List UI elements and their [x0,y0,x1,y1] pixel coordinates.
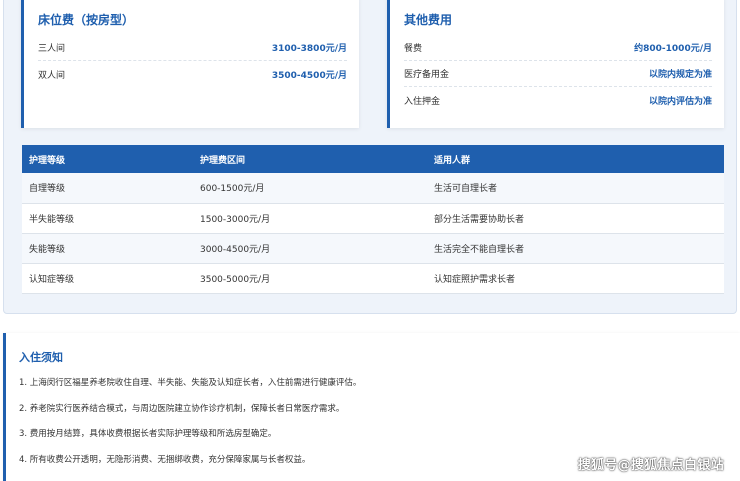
cell-fee: 1500-3000元/月 [193,203,427,234]
cell-group: 生活可自理长者 [427,173,724,204]
notice-item: 1. 上海闵行区福星养老院收住自理、半失能、失能及认知症长者，入住前需进行健康评… [19,378,362,388]
fee-row: 医疗备用金 以院内规定为准 [404,61,712,87]
table-row: 半失能等级 1500-3000元/月 部分生活需要协助长者 [22,203,724,234]
cell-level: 失能等级 [22,233,193,264]
fee-value: 3100-3800元/月 [271,44,347,54]
notice-item: 3. 费用按月结算，具体收费根据长者实际护理等级和所选房型确定。 [19,429,277,439]
table-row: 自理等级 600-1500元/月 生活可自理长者 [22,173,724,204]
fee-row: 入住押金 以院内评估为准 [404,87,712,113]
fee-label: 医疗备用金 [404,70,450,80]
notice-item: 4. 所有收费公开透明，无隐形消费、无捆绑收费，充分保障家属与长者权益。 [19,454,311,465]
fee-label: 双人间 [38,70,66,81]
fee-panel: 床位费（按房型） 三人间 3100-3800元/月 双人间 3500-4500元… [3,0,737,314]
cell-group: 生活完全不能自理长者 [427,233,724,264]
other-fee-title: 其他费用 [404,13,453,27]
cell-fee: 3500-5000元/月 [193,263,427,294]
cell-level: 认知症等级 [22,263,193,294]
cell-group: 认知症照护需求长者 [427,263,724,294]
care-level-table: 护理等级 护理费区间 适用人群 自理等级 600-1500元/月 生活可自理长者… [22,145,724,294]
cell-group: 部分生活需要协助长者 [427,203,724,234]
fee-value: 3500-4500元/月 [271,70,347,81]
table-row: 失能等级 3000-4500元/月 生活完全不能自理长者 [22,233,724,264]
notice-list: 1. 上海闵行区福星养老院收住自理、半失能、失能及认知症长者，入住前需进行健康评… [19,377,361,479]
bed-fee-title: 床位费（按房型） [38,13,135,27]
fee-row: 三人间 3100-3800元/月 [38,35,347,61]
fee-value: 约800-1000元/月 [634,44,712,54]
header-target-group: 适用人群 [427,145,724,173]
table-header-row: 护理等级 护理费区间 适用人群 [22,145,724,173]
cell-level: 半失能等级 [22,203,193,234]
table-row: 认知症等级 3500-5000元/月 认知症照护需求长者 [22,263,724,294]
fee-value: 以院内规定为准 [648,70,712,80]
notice-item: 2. 养老院实行医养结合模式，与周边医院建立协作诊疗机制，保障长者日常医疗需求。 [19,403,345,414]
fee-label: 三人间 [38,44,66,54]
cell-fee: 3000-4500元/月 [193,233,427,264]
header-care-fee: 护理费区间 [193,145,427,173]
notice-title: 入住须知 [19,351,63,364]
fee-row: 餐费 约800-1000元/月 [404,35,712,61]
fee-value: 以院内评估为准 [648,96,712,107]
other-fee-card: 其他费用 餐费 约800-1000元/月 医疗备用金 以院内规定为准 入住押金 … [387,0,724,128]
header-care-level: 护理等级 [22,145,193,173]
fee-label: 餐费 [404,44,423,54]
fee-row: 双人间 3500-4500元/月 [38,61,347,87]
watermark: 搜狐号@搜狐焦点白银站 [577,458,724,473]
cell-fee: 600-1500元/月 [193,173,427,204]
bed-fee-card: 床位费（按房型） 三人间 3100-3800元/月 双人间 3500-4500元… [21,0,359,128]
cell-level: 自理等级 [22,173,193,204]
fee-label: 入住押金 [404,96,441,107]
